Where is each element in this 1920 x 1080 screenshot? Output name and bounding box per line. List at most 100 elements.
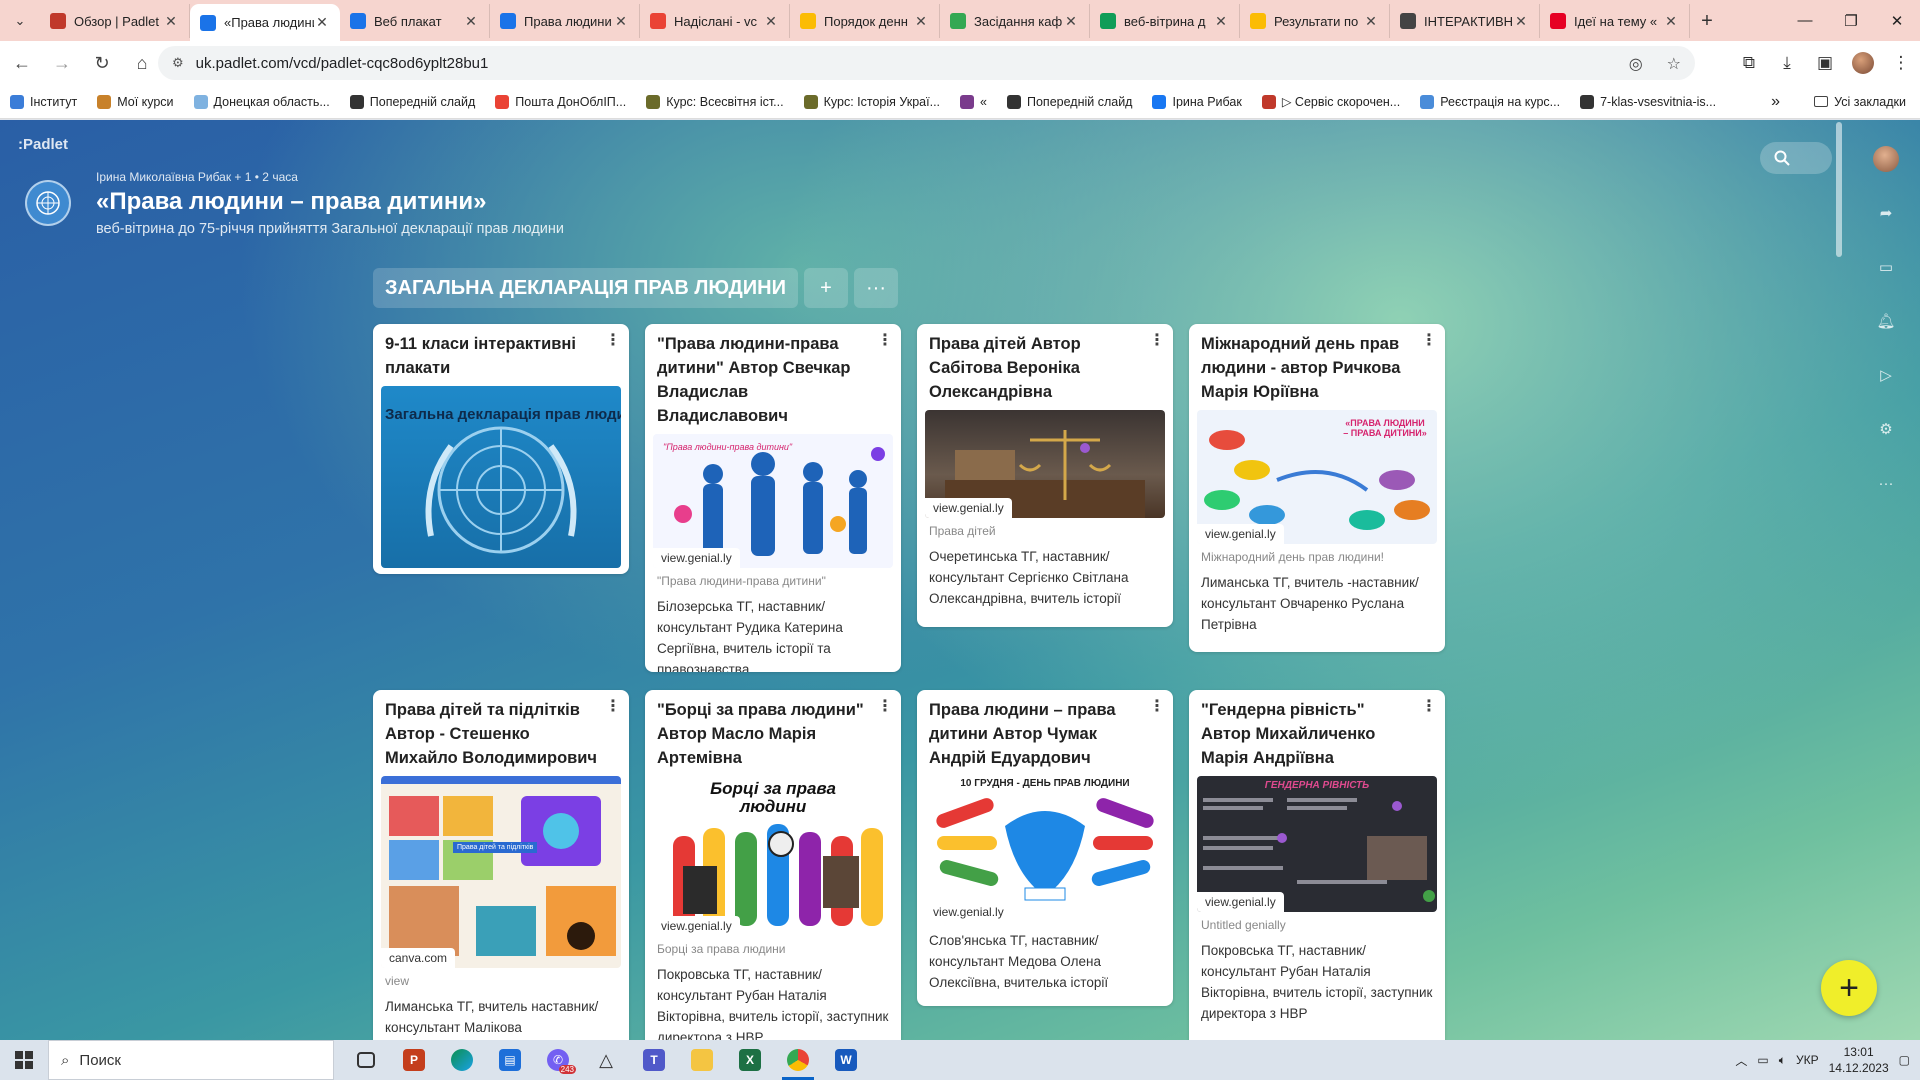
post-card[interactable]: "Гендерна рівність" Автор Михайличенко М… xyxy=(1189,690,1445,1040)
post-card[interactable]: "Права людини-права дитини" Автор Свечка… xyxy=(645,324,901,672)
post-menu-icon[interactable]: ⋮ xyxy=(1149,696,1165,716)
bookmark-item[interactable]: Мої курси xyxy=(97,94,174,109)
powerpoint-icon[interactable]: P xyxy=(390,1040,438,1080)
all-bookmarks-button[interactable]: Усі закладки xyxy=(1814,95,1906,109)
post-thumbnail[interactable]: Борці за права людини view.genial.ly xyxy=(653,776,893,936)
post-card[interactable]: 9-11 класи інтерактивні плакати ⋮ Загаль… xyxy=(373,324,629,574)
post-thumbnail[interactable]: "Права людини-права дитини" view.genial.… xyxy=(653,434,893,568)
slideshow-icon[interactable]: ▷ xyxy=(1873,362,1899,388)
board-scrollbar[interactable] xyxy=(1836,122,1842,257)
viber-icon[interactable]: ✆ 243 xyxy=(534,1040,582,1080)
bookmark-item[interactable]: Донецкая область... xyxy=(193,94,330,109)
post-menu-icon[interactable]: ⋮ xyxy=(1421,696,1437,716)
star-icon[interactable]: ☆ xyxy=(1667,54,1681,74)
section-title[interactable]: ЗАГАЛЬНА ДЕКЛАРАЦІЯ ПРАВ ЛЮДИНИ xyxy=(373,268,798,308)
new-tab-button[interactable]: + xyxy=(1690,4,1724,38)
taskbar-search[interactable]: ⌕ Поиск xyxy=(48,1040,334,1080)
browser-tab[interactable]: Права людини ✕ xyxy=(490,4,640,38)
bookmark-item[interactable]: Попередній слайд xyxy=(349,94,475,109)
tray-chevron-icon[interactable]: ︿ xyxy=(1735,1052,1747,1069)
reload-icon[interactable]: ↻ xyxy=(84,45,120,81)
bookmark-item[interactable]: ▷ Сервіс скорочен... xyxy=(1261,94,1400,109)
tab-close-icon[interactable]: ✕ xyxy=(463,13,479,30)
bookmark-item[interactable]: Курс: Всесвітня іст... xyxy=(646,94,784,109)
network-icon[interactable]: ▭ xyxy=(1757,1053,1768,1067)
keyboard-language[interactable]: УКР xyxy=(1796,1053,1819,1067)
store-icon[interactable]: ▤ xyxy=(486,1040,534,1080)
edge-icon[interactable] xyxy=(438,1040,486,1080)
tab-close-icon[interactable]: ✕ xyxy=(1063,13,1079,30)
side-panel-icon[interactable]: ▣ xyxy=(1814,53,1836,73)
download-icon[interactable]: ⤓ xyxy=(1776,53,1798,73)
post-menu-icon[interactable]: ⋮ xyxy=(605,330,621,350)
back-icon[interactable]: ← xyxy=(4,45,40,81)
notifications-icon[interactable]: 🔔︎ xyxy=(1873,308,1899,334)
bookmark-item[interactable]: Реєстрація на курс... xyxy=(1420,94,1560,109)
browser-tab[interactable]: ІНТЕРАКТИВН ✕ xyxy=(1390,4,1540,38)
share-icon[interactable]: ➦ xyxy=(1873,200,1899,226)
bookmark-item[interactable]: Інститут xyxy=(10,94,77,109)
settings-icon[interactable]: ⚙ xyxy=(1873,416,1899,442)
post-card[interactable]: Міжнародний день прав людини - автор Рич… xyxy=(1189,324,1445,652)
browser-tab[interactable]: веб-вітрина д ✕ xyxy=(1090,4,1240,38)
bookmark-item[interactable]: « xyxy=(960,94,987,109)
notifications-center-icon[interactable]: ▢ xyxy=(1899,1053,1910,1067)
post-card[interactable]: Права дітей та підлітків Автор - Стешенк… xyxy=(373,690,629,1040)
bookmark-item[interactable]: 7-klas-vsesvitnia-is... xyxy=(1580,94,1716,109)
browser-tab[interactable]: Ідеї на тему « ✕ xyxy=(1540,4,1690,38)
home-icon[interactable]: ⌂ xyxy=(124,45,160,81)
browser-tab[interactable]: Порядок денн ✕ xyxy=(790,4,940,38)
restore-icon[interactable]: ❐ xyxy=(1828,0,1874,41)
tab-close-icon[interactable]: ✕ xyxy=(613,13,629,30)
post-card[interactable]: Права дітей Автор Сабітова Вероніка Олек… xyxy=(917,324,1173,627)
start-button[interactable] xyxy=(0,1040,48,1080)
teams-icon[interactable]: T xyxy=(630,1040,678,1080)
post-card[interactable]: "Борці за права людини" Автор Масло Марі… xyxy=(645,690,901,1040)
post-menu-icon[interactable]: ⋮ xyxy=(877,696,893,716)
post-menu-icon[interactable]: ⋮ xyxy=(605,696,621,716)
tab-close-icon[interactable]: ✕ xyxy=(314,14,330,31)
padlet-logo[interactable]: :Padlet xyxy=(18,136,68,153)
tab-close-icon[interactable]: ✕ xyxy=(1663,13,1679,30)
post-thumbnail[interactable]: «ПРАВА ЛЮДИНИ – ПРАВА ДИТИНИ» view.genia… xyxy=(1197,410,1437,544)
bookmark-item[interactable]: Пошта ДонОблІП... xyxy=(495,94,626,109)
post-thumbnail[interactable]: 10 ГРУДНЯ - ДЕНЬ ПРАВ ЛЮДИНИ view.genial… xyxy=(925,776,1165,922)
post-menu-icon[interactable]: ⋮ xyxy=(1149,330,1165,350)
browser-tab[interactable]: Обзор | Padlet ✕ xyxy=(40,4,190,38)
minimize-icon[interactable]: — xyxy=(1782,0,1828,41)
post-thumbnail[interactable]: ГЕНДЕРНА РІВНІСТЬ view.genial.ly xyxy=(1197,776,1437,912)
post-thumbnail[interactable]: Права дітей та підлітків canva.com xyxy=(381,776,621,968)
excel-icon[interactable]: X xyxy=(726,1040,774,1080)
tab-search-chevron-icon[interactable]: ⌄ xyxy=(0,0,40,41)
eye-off-icon[interactable]: ◎ xyxy=(1629,54,1643,74)
bookmark-item[interactable]: Попередній слайд xyxy=(1006,94,1132,109)
post-menu-icon[interactable]: ⋮ xyxy=(1421,330,1437,350)
volume-icon[interactable]: 🔈︎ xyxy=(1779,1053,1786,1068)
browser-tab[interactable]: Засідання каф ✕ xyxy=(940,4,1090,38)
more-icon[interactable]: ··· xyxy=(1873,470,1899,496)
word-icon[interactable]: W xyxy=(822,1040,870,1080)
tab-close-icon[interactable]: ✕ xyxy=(913,13,929,30)
browser-tab[interactable]: Результати по ✕ xyxy=(1240,4,1390,38)
bookmark-item[interactable]: Курс: Історія Украї... xyxy=(803,94,940,109)
user-avatar[interactable] xyxy=(1873,146,1899,172)
forward-icon[interactable]: → xyxy=(44,45,80,81)
tab-close-icon[interactable]: ✕ xyxy=(1363,13,1379,30)
tab-close-icon[interactable]: ✕ xyxy=(1513,13,1529,30)
section-more-button[interactable]: ··· xyxy=(854,268,898,308)
address-bar[interactable]: ⚙ uk.padlet.com/vcd/padlet-cqc8od6yplt28… xyxy=(158,46,1695,80)
post-thumbnail[interactable]: Загальна декларація прав людини xyxy=(381,386,621,568)
chrome-icon[interactable] xyxy=(774,1040,822,1080)
extensions-icon[interactable]: ⧉ xyxy=(1738,53,1760,73)
post-menu-icon[interactable]: ⋮ xyxy=(877,330,893,350)
add-post-fab[interactable]: + xyxy=(1821,960,1877,1016)
more-bookmarks-icon[interactable]: » xyxy=(1771,93,1780,111)
file-explorer-icon[interactable] xyxy=(678,1040,726,1080)
browser-tab[interactable]: «Права людини ✕ xyxy=(190,4,340,41)
post-thumbnail[interactable]: view.genial.ly xyxy=(925,410,1165,518)
remake-icon[interactable]: ▭ xyxy=(1873,254,1899,280)
browser-menu-icon[interactable]: ⋮ xyxy=(1890,53,1912,73)
task-view-icon[interactable] xyxy=(342,1040,390,1080)
clock[interactable]: 13:01 14.12.2023 xyxy=(1829,1044,1889,1076)
post-card[interactable]: Права людини – права дитини Автор Чумак … xyxy=(917,690,1173,1006)
